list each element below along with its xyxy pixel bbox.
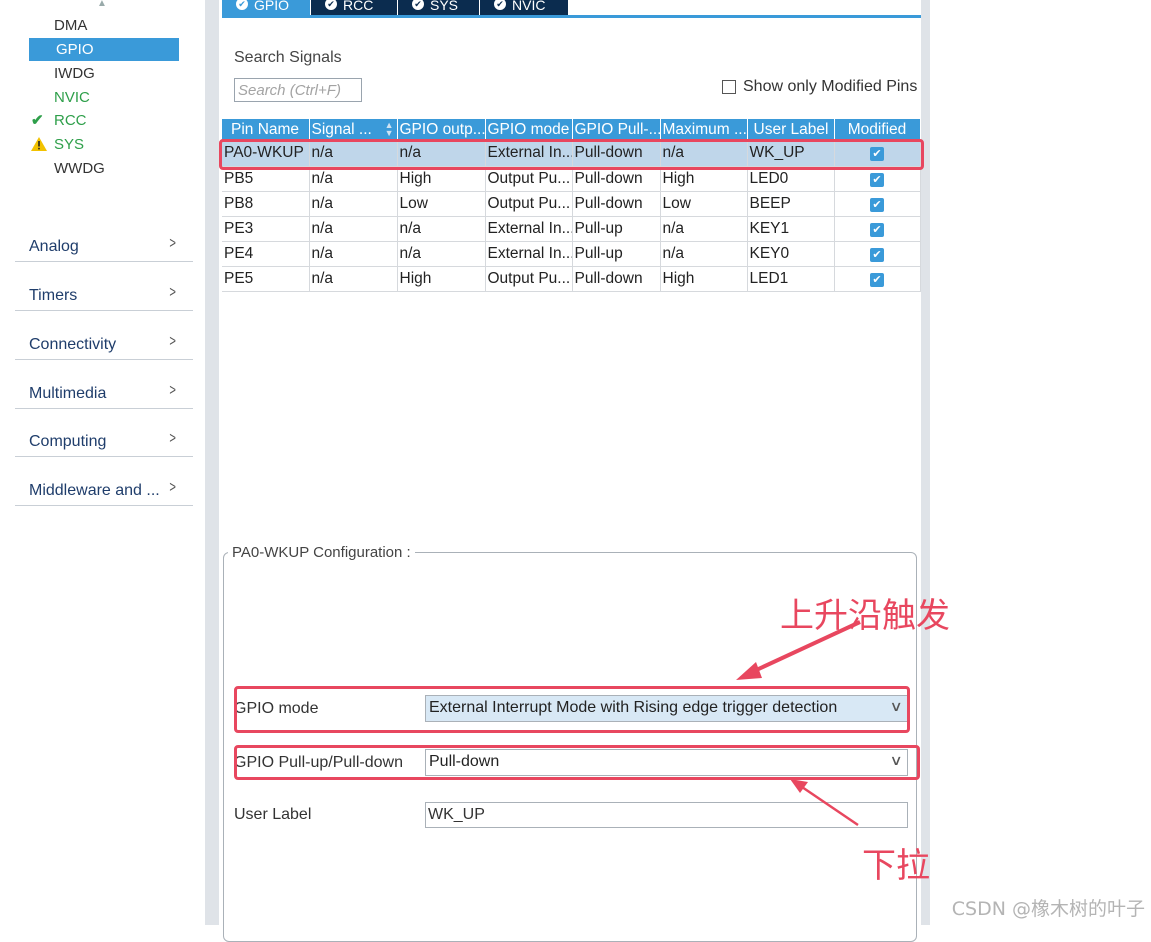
watermark: CSDN @橡木树的叶子 bbox=[951, 898, 1145, 920]
annotation-pull-down: 下拉 bbox=[862, 846, 930, 886]
arrow-pull-down bbox=[790, 779, 859, 827]
annotation-rising-edge: 上升沿触发 bbox=[780, 596, 950, 636]
annotation-arrows bbox=[736, 620, 861, 827]
